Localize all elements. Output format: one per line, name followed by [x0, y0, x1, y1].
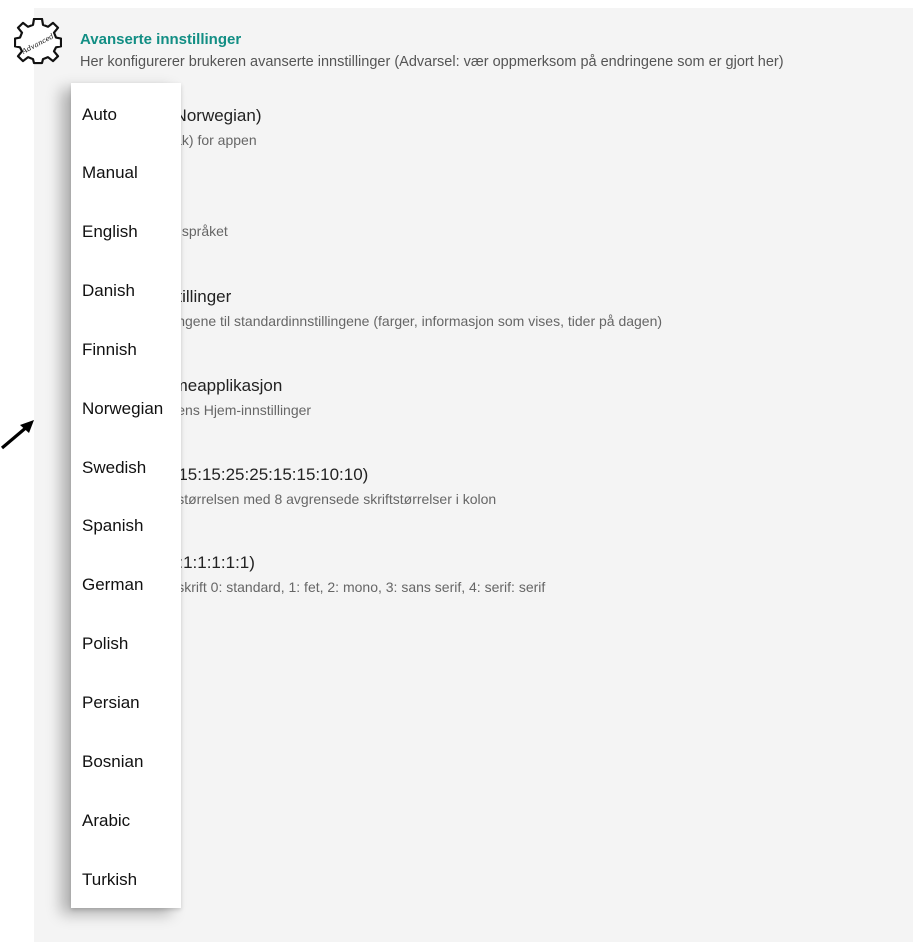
language-option-english[interactable]: English — [82, 222, 138, 242]
advanced-settings-header[interactable]: Advanced Avanserte innstillinger Her kon… — [0, 0, 913, 80]
setting-subtitle: ıstillingene til standardinnstillingene … — [150, 313, 663, 329]
language-option-swedish[interactable]: Swedish — [82, 458, 146, 478]
page-subtitle: Her konfigurerer brukeren avanserte inns… — [80, 54, 784, 70]
gear-icon: Advanced — [13, 17, 63, 66]
language-dropdown-menu[interactable]: Auto Manual English Danish Finnish Norwe… — [71, 83, 181, 908]
setting-title: se (15:15:25:25:15:15:10:10) — [150, 465, 369, 484]
language-option-danish[interactable]: Danish — [82, 281, 135, 301]
language-option-arabic[interactable]: Arabic — [82, 811, 130, 831]
language-option-bosnian[interactable]: Bosnian — [82, 752, 143, 772]
arrow-icon — [0, 412, 40, 452]
setting-font-size[interactable]: se (15:15:25:25:15:15:10:10) jermstørrel… — [150, 465, 496, 507]
setting-subtitle: jermstørrelsen med 8 avgrensede skriftst… — [150, 491, 497, 507]
setting-title: :1:1:1:1:1:1:1) — [150, 553, 255, 572]
language-option-german[interactable]: German — [82, 575, 143, 595]
language-option-auto[interactable]: Auto — [82, 105, 117, 125]
language-option-spanish[interactable]: Spanish — [82, 516, 143, 536]
setting-title: nnstillinger — [150, 287, 232, 306]
page-title: Avanserte innstillinger — [80, 31, 242, 48]
language-option-polish[interactable]: Polish — [82, 634, 128, 654]
language-option-persian[interactable]: Persian — [82, 693, 140, 713]
language-option-manual[interactable]: Manual — [82, 163, 138, 183]
language-option-norwegian[interactable]: Norwegian — [82, 399, 163, 419]
setting-subtitle: jermskrift 0: standard, 1: fet, 2: mono,… — [150, 579, 546, 595]
language-option-turkish[interactable]: Turkish — [82, 870, 137, 890]
setting-font-type[interactable]: :1:1:1:1:1:1:1) jermskrift 0: standard, … — [150, 553, 545, 595]
language-option-finnish[interactable]: Finnish — [82, 340, 137, 360]
setting-reset-defaults[interactable]: nnstillinger ıstillingene til standardin… — [150, 287, 662, 329]
